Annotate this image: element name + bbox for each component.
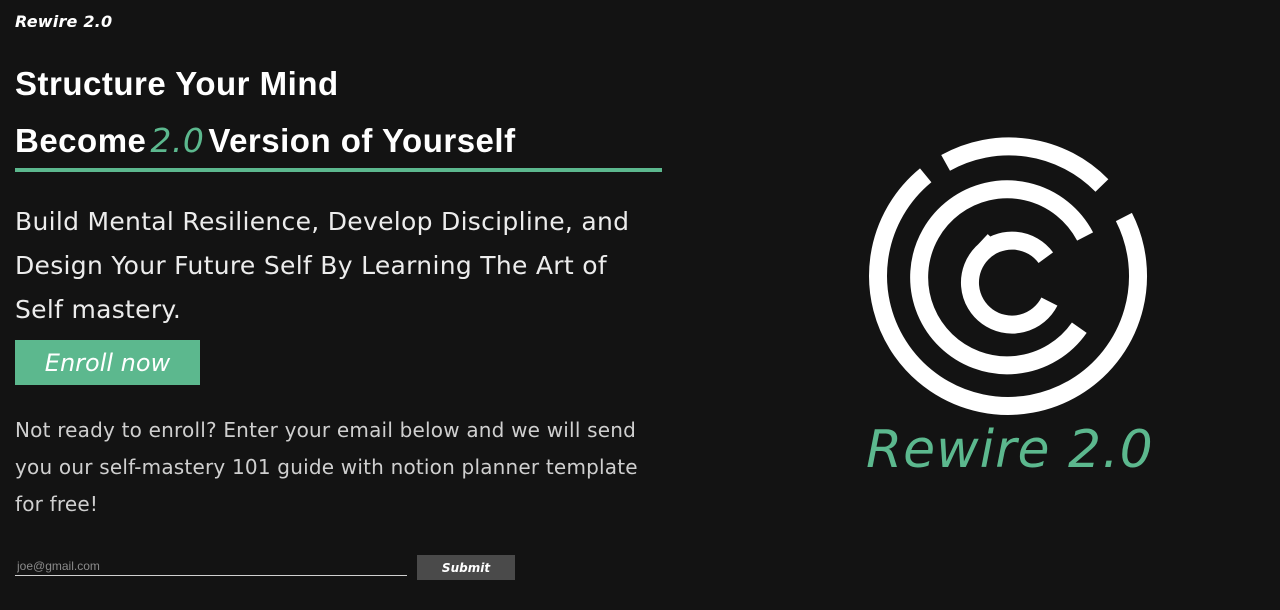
hero-line-2-suffix: Version of Yourself [208,122,516,159]
hero-title-line-2: Become 2.0 Version of Yourself [15,121,516,160]
concentric-maze-circles-icon [869,137,1147,415]
newsletter-note: Not ready to enroll? Enter your email be… [15,418,638,516]
hero-underline-divider [15,168,662,172]
brand-name: Rewire 2.0 [15,12,113,31]
hero-subtitle: Build Mental Resilience, Develop Discipl… [15,207,630,324]
hero-line-2-prefix: Become [15,122,147,159]
email-input[interactable] [15,557,407,576]
hero-version-accent: 2.0 [150,121,205,160]
enroll-now-button[interactable]: Enroll now [15,340,200,385]
hero-title-line-1: Structure Your Mind [15,65,339,102]
submit-button[interactable]: Submit [417,555,515,580]
logo-wordmark: Rewire 2.0 [866,420,1154,480]
